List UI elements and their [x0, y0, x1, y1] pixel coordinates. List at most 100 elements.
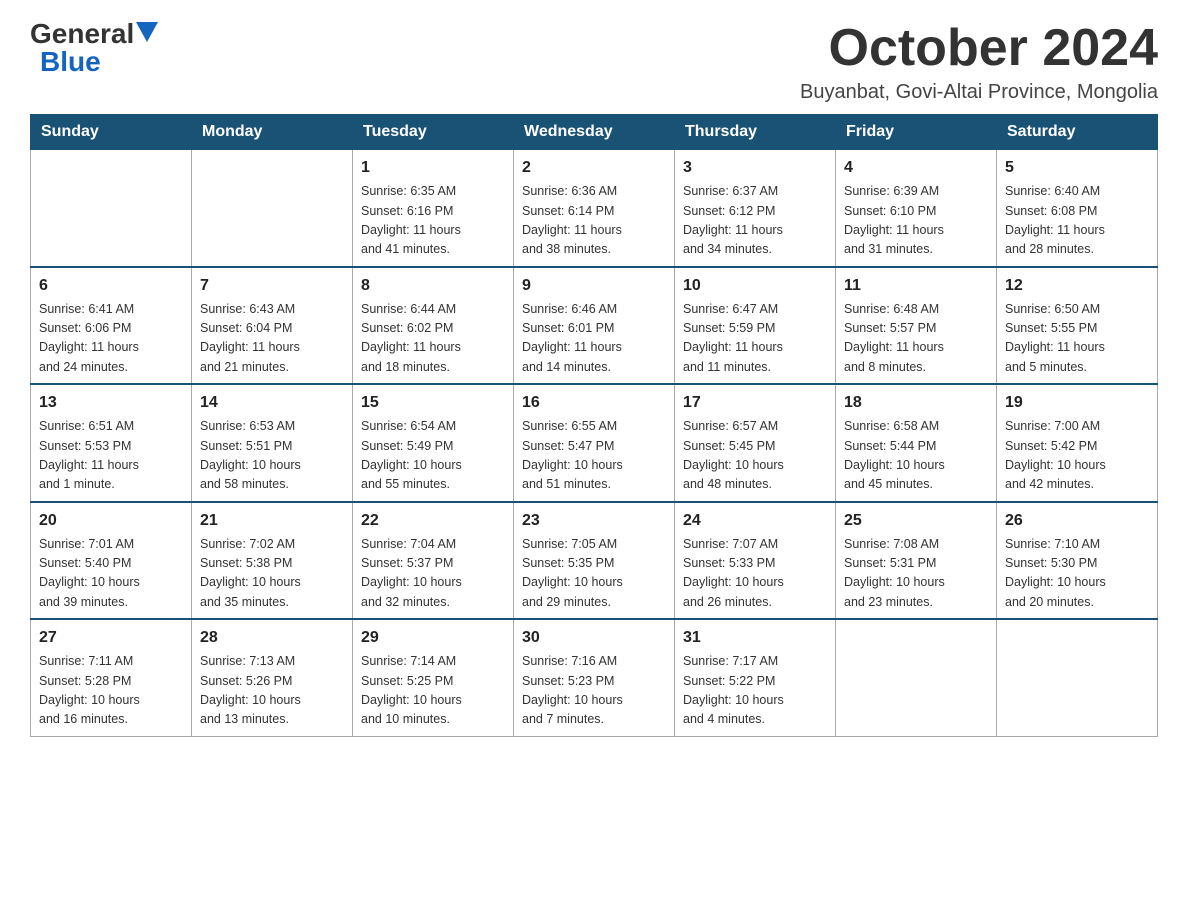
day-number: 3	[683, 156, 827, 180]
day-info: Sunrise: 7:02 AM Sunset: 5:38 PM Dayligh…	[200, 535, 344, 613]
day-number: 9	[522, 274, 666, 298]
day-info: Sunrise: 7:10 AM Sunset: 5:30 PM Dayligh…	[1005, 535, 1149, 613]
day-info: Sunrise: 7:16 AM Sunset: 5:23 PM Dayligh…	[522, 652, 666, 730]
day-number: 27	[39, 626, 183, 650]
day-number: 6	[39, 274, 183, 298]
day-number: 16	[522, 391, 666, 415]
day-number: 4	[844, 156, 988, 180]
day-info: Sunrise: 6:41 AM Sunset: 6:06 PM Dayligh…	[39, 300, 183, 378]
day-number: 1	[361, 156, 505, 180]
day-number: 20	[39, 509, 183, 533]
day-number: 2	[522, 156, 666, 180]
day-info: Sunrise: 7:14 AM Sunset: 5:25 PM Dayligh…	[361, 652, 505, 730]
title-area: October 2024 Buyanbat, Govi-Altai Provin…	[800, 20, 1158, 104]
col-saturday: Saturday	[997, 115, 1158, 150]
day-number: 5	[1005, 156, 1149, 180]
page-header: General Blue October 2024 Buyanbat, Govi…	[30, 20, 1158, 104]
day-info: Sunrise: 6:40 AM Sunset: 6:08 PM Dayligh…	[1005, 182, 1149, 260]
table-cell: 6Sunrise: 6:41 AM Sunset: 6:06 PM Daylig…	[31, 267, 192, 385]
table-cell: 3Sunrise: 6:37 AM Sunset: 6:12 PM Daylig…	[675, 150, 836, 267]
day-info: Sunrise: 6:35 AM Sunset: 6:16 PM Dayligh…	[361, 182, 505, 260]
table-cell: 26Sunrise: 7:10 AM Sunset: 5:30 PM Dayli…	[997, 502, 1158, 620]
day-number: 7	[200, 274, 344, 298]
calendar-week-row: 13Sunrise: 6:51 AM Sunset: 5:53 PM Dayli…	[31, 384, 1158, 502]
table-cell: 14Sunrise: 6:53 AM Sunset: 5:51 PM Dayli…	[192, 384, 353, 502]
calendar-week-row: 20Sunrise: 7:01 AM Sunset: 5:40 PM Dayli…	[31, 502, 1158, 620]
col-wednesday: Wednesday	[514, 115, 675, 150]
col-sunday: Sunday	[31, 115, 192, 150]
day-info: Sunrise: 6:51 AM Sunset: 5:53 PM Dayligh…	[39, 417, 183, 495]
table-cell	[836, 619, 997, 736]
day-info: Sunrise: 6:37 AM Sunset: 6:12 PM Dayligh…	[683, 182, 827, 260]
table-cell: 20Sunrise: 7:01 AM Sunset: 5:40 PM Dayli…	[31, 502, 192, 620]
day-number: 12	[1005, 274, 1149, 298]
logo-general-text: General	[30, 20, 134, 48]
day-number: 21	[200, 509, 344, 533]
table-cell: 1Sunrise: 6:35 AM Sunset: 6:16 PM Daylig…	[353, 150, 514, 267]
day-number: 11	[844, 274, 988, 298]
day-info: Sunrise: 6:47 AM Sunset: 5:59 PM Dayligh…	[683, 300, 827, 378]
col-monday: Monday	[192, 115, 353, 150]
table-cell: 29Sunrise: 7:14 AM Sunset: 5:25 PM Dayli…	[353, 619, 514, 736]
table-cell: 19Sunrise: 7:00 AM Sunset: 5:42 PM Dayli…	[997, 384, 1158, 502]
table-cell: 13Sunrise: 6:51 AM Sunset: 5:53 PM Dayli…	[31, 384, 192, 502]
calendar-header-row: Sunday Monday Tuesday Wednesday Thursday…	[31, 115, 1158, 150]
day-number: 15	[361, 391, 505, 415]
calendar-table: Sunday Monday Tuesday Wednesday Thursday…	[30, 114, 1158, 737]
day-info: Sunrise: 7:13 AM Sunset: 5:26 PM Dayligh…	[200, 652, 344, 730]
day-info: Sunrise: 6:57 AM Sunset: 5:45 PM Dayligh…	[683, 417, 827, 495]
day-info: Sunrise: 7:05 AM Sunset: 5:35 PM Dayligh…	[522, 535, 666, 613]
col-thursday: Thursday	[675, 115, 836, 150]
table-cell: 9Sunrise: 6:46 AM Sunset: 6:01 PM Daylig…	[514, 267, 675, 385]
day-info: Sunrise: 7:17 AM Sunset: 5:22 PM Dayligh…	[683, 652, 827, 730]
day-info: Sunrise: 6:50 AM Sunset: 5:55 PM Dayligh…	[1005, 300, 1149, 378]
table-cell: 8Sunrise: 6:44 AM Sunset: 6:02 PM Daylig…	[353, 267, 514, 385]
col-friday: Friday	[836, 115, 997, 150]
table-cell: 23Sunrise: 7:05 AM Sunset: 5:35 PM Dayli…	[514, 502, 675, 620]
table-cell: 16Sunrise: 6:55 AM Sunset: 5:47 PM Dayli…	[514, 384, 675, 502]
day-info: Sunrise: 7:07 AM Sunset: 5:33 PM Dayligh…	[683, 535, 827, 613]
day-number: 28	[200, 626, 344, 650]
table-cell: 27Sunrise: 7:11 AM Sunset: 5:28 PM Dayli…	[31, 619, 192, 736]
table-cell: 24Sunrise: 7:07 AM Sunset: 5:33 PM Dayli…	[675, 502, 836, 620]
table-cell	[997, 619, 1158, 736]
day-number: 19	[1005, 391, 1149, 415]
table-cell: 25Sunrise: 7:08 AM Sunset: 5:31 PM Dayli…	[836, 502, 997, 620]
day-info: Sunrise: 7:04 AM Sunset: 5:37 PM Dayligh…	[361, 535, 505, 613]
day-number: 30	[522, 626, 666, 650]
calendar-week-row: 6Sunrise: 6:41 AM Sunset: 6:06 PM Daylig…	[31, 267, 1158, 385]
table-cell: 31Sunrise: 7:17 AM Sunset: 5:22 PM Dayli…	[675, 619, 836, 736]
table-cell: 11Sunrise: 6:48 AM Sunset: 5:57 PM Dayli…	[836, 267, 997, 385]
table-cell: 10Sunrise: 6:47 AM Sunset: 5:59 PM Dayli…	[675, 267, 836, 385]
day-info: Sunrise: 6:39 AM Sunset: 6:10 PM Dayligh…	[844, 182, 988, 260]
day-info: Sunrise: 6:58 AM Sunset: 5:44 PM Dayligh…	[844, 417, 988, 495]
table-cell: 17Sunrise: 6:57 AM Sunset: 5:45 PM Dayli…	[675, 384, 836, 502]
day-number: 24	[683, 509, 827, 533]
logo-blue-text: Blue	[40, 48, 101, 76]
day-number: 14	[200, 391, 344, 415]
day-number: 17	[683, 391, 827, 415]
table-cell: 28Sunrise: 7:13 AM Sunset: 5:26 PM Dayli…	[192, 619, 353, 736]
table-cell	[192, 150, 353, 267]
day-number: 29	[361, 626, 505, 650]
day-number: 23	[522, 509, 666, 533]
day-info: Sunrise: 7:11 AM Sunset: 5:28 PM Dayligh…	[39, 652, 183, 730]
month-title: October 2024	[800, 20, 1158, 77]
table-cell: 12Sunrise: 6:50 AM Sunset: 5:55 PM Dayli…	[997, 267, 1158, 385]
day-number: 10	[683, 274, 827, 298]
day-number: 22	[361, 509, 505, 533]
day-number: 18	[844, 391, 988, 415]
day-info: Sunrise: 6:55 AM Sunset: 5:47 PM Dayligh…	[522, 417, 666, 495]
day-info: Sunrise: 6:43 AM Sunset: 6:04 PM Dayligh…	[200, 300, 344, 378]
col-tuesday: Tuesday	[353, 115, 514, 150]
day-info: Sunrise: 6:53 AM Sunset: 5:51 PM Dayligh…	[200, 417, 344, 495]
table-cell: 5Sunrise: 6:40 AM Sunset: 6:08 PM Daylig…	[997, 150, 1158, 267]
calendar-week-row: 27Sunrise: 7:11 AM Sunset: 5:28 PM Dayli…	[31, 619, 1158, 736]
day-info: Sunrise: 7:01 AM Sunset: 5:40 PM Dayligh…	[39, 535, 183, 613]
location-subtitle: Buyanbat, Govi-Altai Province, Mongolia	[800, 81, 1158, 104]
day-number: 25	[844, 509, 988, 533]
table-cell: 15Sunrise: 6:54 AM Sunset: 5:49 PM Dayli…	[353, 384, 514, 502]
day-number: 26	[1005, 509, 1149, 533]
day-info: Sunrise: 6:48 AM Sunset: 5:57 PM Dayligh…	[844, 300, 988, 378]
day-info: Sunrise: 7:08 AM Sunset: 5:31 PM Dayligh…	[844, 535, 988, 613]
